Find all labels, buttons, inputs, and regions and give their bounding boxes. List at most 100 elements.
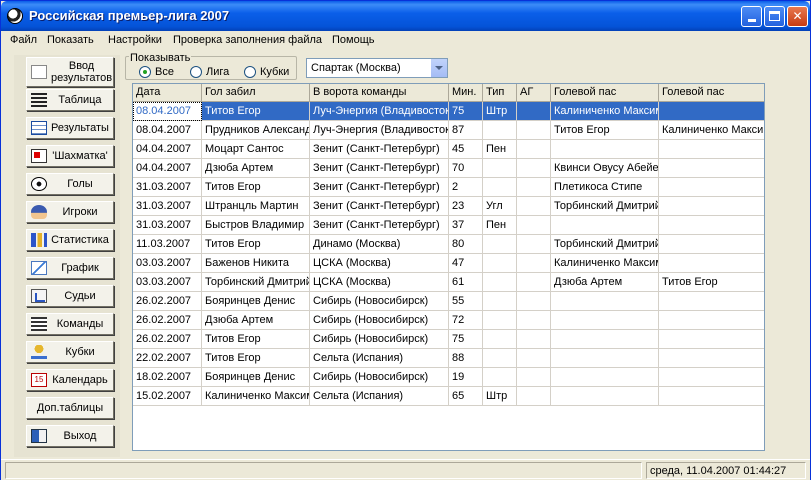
cell-assist-1[interactable] bbox=[551, 140, 659, 159]
cell-assist-1[interactable]: Торбинский Дмитрий bbox=[551, 197, 659, 216]
radio-all[interactable]: Все bbox=[139, 66, 174, 78]
table-row[interactable]: 04.04.2007 Дзюба Артем Зенит (Санкт-Петерб… bbox=[133, 159, 764, 178]
cell-assist-2[interactable] bbox=[659, 102, 764, 121]
column-header-scorer[interactable]: Гол забил bbox=[202, 84, 310, 102]
table-row[interactable]: 03.03.2007 Торбинский Дмитрий ЦСКА (Москва… bbox=[133, 273, 764, 292]
cell-assist-1[interactable] bbox=[551, 292, 659, 311]
radio-cups[interactable]: Кубки bbox=[244, 66, 289, 78]
cell-against-team[interactable]: Сибирь (Новосибирск) bbox=[310, 311, 449, 330]
cell-scorer[interactable]: Прудников Александр bbox=[202, 121, 310, 140]
cell-assist-2[interactable] bbox=[659, 368, 764, 387]
chart-button[interactable]: График bbox=[26, 257, 114, 279]
cell-date[interactable]: 26.02.2007 bbox=[133, 311, 202, 330]
cell-assist-2[interactable] bbox=[659, 235, 764, 254]
cell-type[interactable] bbox=[483, 273, 517, 292]
cell-ag[interactable] bbox=[517, 178, 551, 197]
cell-date[interactable]: 08.04.2007 bbox=[133, 102, 202, 121]
cell-minute[interactable]: 23 bbox=[449, 197, 483, 216]
cell-ag[interactable] bbox=[517, 235, 551, 254]
cell-ag[interactable] bbox=[517, 387, 551, 406]
cell-type[interactable] bbox=[483, 121, 517, 140]
cell-minute[interactable]: 55 bbox=[449, 292, 483, 311]
menu-file[interactable]: Файл bbox=[10, 34, 37, 46]
cell-against-team[interactable]: Луч-Энергия (Владивосток) bbox=[310, 102, 449, 121]
cell-against-team[interactable]: Сельта (Испания) bbox=[310, 349, 449, 368]
cell-date[interactable]: 04.04.2007 bbox=[133, 159, 202, 178]
cell-assist-2[interactable] bbox=[659, 178, 764, 197]
cell-assist-2[interactable] bbox=[659, 197, 764, 216]
radio-league[interactable]: Лига bbox=[190, 66, 229, 78]
table-row[interactable]: 03.03.2007 Баженов Никита ЦСКА (Москва) 47 К… bbox=[133, 254, 764, 273]
cell-assist-1[interactable] bbox=[551, 368, 659, 387]
cell-scorer[interactable]: Титов Егор bbox=[202, 330, 310, 349]
results-button[interactable]: Результаты bbox=[26, 117, 114, 139]
cell-scorer[interactable]: Штранцль Мартин bbox=[202, 197, 310, 216]
cell-type[interactable] bbox=[483, 254, 517, 273]
table-row[interactable]: 31.03.2007 Титов Егор Зенит (Санкт-Петербу… bbox=[133, 178, 764, 197]
radio-league-dot[interactable] bbox=[190, 66, 202, 78]
cell-assist-1[interactable] bbox=[551, 330, 659, 349]
cell-date[interactable]: 31.03.2007 bbox=[133, 197, 202, 216]
cell-minute[interactable]: 72 bbox=[449, 311, 483, 330]
referees-button[interactable]: Судьи bbox=[26, 285, 114, 307]
cell-ag[interactable] bbox=[517, 159, 551, 178]
cell-scorer[interactable]: Дзюба Артем bbox=[202, 311, 310, 330]
cell-minute[interactable]: 61 bbox=[449, 273, 483, 292]
cell-ag[interactable] bbox=[517, 273, 551, 292]
cell-scorer[interactable]: Дзюба Артем bbox=[202, 159, 310, 178]
cell-assist-1[interactable] bbox=[551, 216, 659, 235]
cell-minute[interactable]: 45 bbox=[449, 140, 483, 159]
cell-date[interactable]: 26.02.2007 bbox=[133, 292, 202, 311]
column-header-assist-2[interactable]: Голевой пас bbox=[659, 84, 764, 102]
menu-settings[interactable]: Настройки bbox=[108, 34, 162, 46]
cell-minute[interactable]: 65 bbox=[449, 387, 483, 406]
cell-against-team[interactable]: Сибирь (Новосибирск) bbox=[310, 330, 449, 349]
cell-type[interactable]: Штр bbox=[483, 102, 517, 121]
cell-minute[interactable]: 2 bbox=[449, 178, 483, 197]
cell-against-team[interactable]: Динамо (Москва) bbox=[310, 235, 449, 254]
cell-date[interactable]: 11.03.2007 bbox=[133, 235, 202, 254]
statistics-button[interactable]: Статистика bbox=[26, 229, 114, 251]
cell-against-team[interactable]: Зенит (Санкт-Петербург) bbox=[310, 140, 449, 159]
chess-table-button[interactable]: 'Шахматка' bbox=[26, 145, 114, 167]
table-row[interactable]: 31.03.2007 Быстров Владимир Зенит (Санкт-П… bbox=[133, 216, 764, 235]
cell-assist-1[interactable]: Калиниченко Максим bbox=[551, 254, 659, 273]
cell-against-team[interactable]: Зенит (Санкт-Петербург) bbox=[310, 159, 449, 178]
cell-scorer[interactable]: Титов Егор bbox=[202, 235, 310, 254]
menu-show[interactable]: Показать bbox=[47, 34, 94, 46]
cell-date[interactable]: 08.04.2007 bbox=[133, 121, 202, 140]
table-row[interactable]: 15.02.2007 Калиниченко Максим Сельта (Испа… bbox=[133, 387, 764, 406]
cell-against-team[interactable]: Зенит (Санкт-Петербург) bbox=[310, 197, 449, 216]
radio-all-dot[interactable] bbox=[139, 66, 151, 78]
table-row[interactable]: 26.02.2007 Бояринцев Денис Сибирь (Новосиб… bbox=[133, 292, 764, 311]
cell-minute[interactable]: 37 bbox=[449, 216, 483, 235]
cell-against-team[interactable]: Зенит (Санкт-Петербург) bbox=[310, 178, 449, 197]
close-button[interactable]: ✕ bbox=[787, 6, 808, 27]
cell-assist-1[interactable] bbox=[551, 349, 659, 368]
cell-assist-2[interactable] bbox=[659, 330, 764, 349]
cell-scorer[interactable]: Быстров Владимир bbox=[202, 216, 310, 235]
cell-assist-1[interactable]: Титов Егор bbox=[551, 121, 659, 140]
cell-assist-2[interactable] bbox=[659, 292, 764, 311]
cell-ag[interactable] bbox=[517, 102, 551, 121]
cell-type[interactable]: Штр bbox=[483, 387, 517, 406]
cell-date[interactable]: 03.03.2007 bbox=[133, 254, 202, 273]
cell-minute[interactable]: 47 bbox=[449, 254, 483, 273]
column-header-date[interactable]: Дата bbox=[133, 84, 202, 102]
cell-minute[interactable]: 19 bbox=[449, 368, 483, 387]
cell-against-team[interactable]: ЦСКА (Москва) bbox=[310, 273, 449, 292]
cell-assist-1[interactable]: Дзюба Артем bbox=[551, 273, 659, 292]
cell-against-team[interactable]: Сельта (Испания) bbox=[310, 387, 449, 406]
cell-type[interactable]: Пен bbox=[483, 140, 517, 159]
cell-assist-1[interactable] bbox=[551, 387, 659, 406]
table-row[interactable]: 08.04.2007 Прудников Александр Луч-Энергия… bbox=[133, 121, 764, 140]
menu-check-file[interactable]: Проверка заполнения файла bbox=[173, 34, 322, 46]
cell-type[interactable]: Пен bbox=[483, 216, 517, 235]
cell-against-team[interactable]: Луч-Энергия (Владивосток) bbox=[310, 121, 449, 140]
cell-minute[interactable]: 87 bbox=[449, 121, 483, 140]
cell-minute[interactable]: 75 bbox=[449, 102, 483, 121]
calendar-button[interactable]: 15 Календарь bbox=[26, 369, 114, 391]
cell-against-team[interactable]: Сибирь (Новосибирск) bbox=[310, 368, 449, 387]
cell-scorer[interactable]: Калиниченко Максим bbox=[202, 387, 310, 406]
cell-type[interactable] bbox=[483, 235, 517, 254]
